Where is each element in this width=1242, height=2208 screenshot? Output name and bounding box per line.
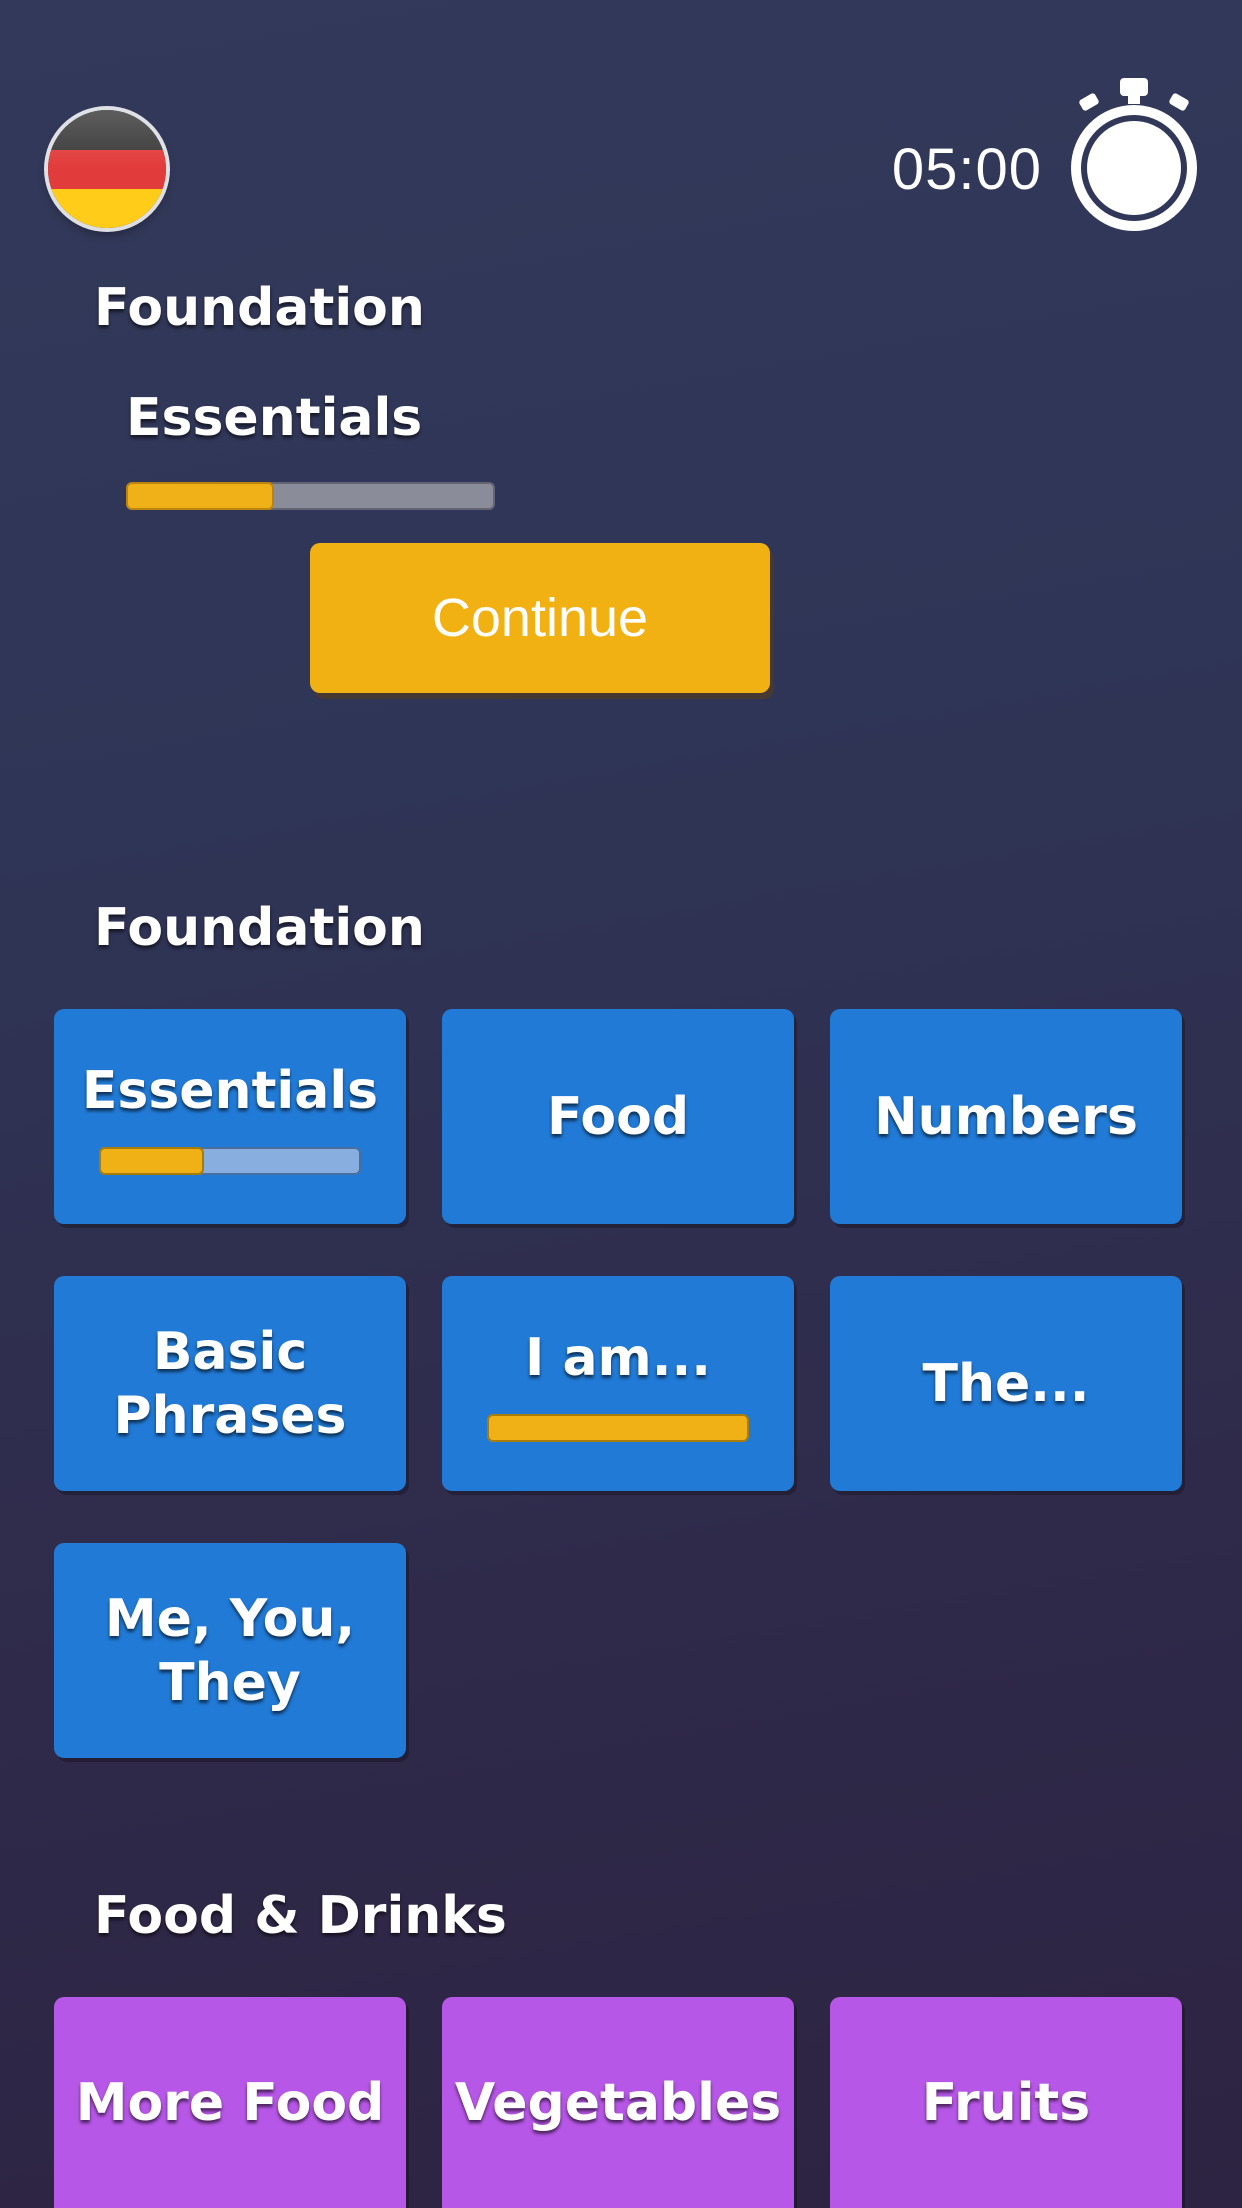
tile-numbers[interactable]: Numbers [830, 1009, 1182, 1224]
tile-label: The... [922, 1353, 1090, 1414]
tile-food[interactable]: Food [442, 1009, 794, 1224]
tile-progress-bar [487, 1413, 749, 1442]
tile-label: Food [546, 1086, 690, 1147]
tile-label: I am... [525, 1327, 711, 1388]
tile-essentials[interactable]: Essentials [54, 1009, 406, 1224]
current-lesson-title: Essentials [126, 388, 423, 448]
tile-the[interactable]: The... [830, 1276, 1182, 1491]
germany-flag-icon[interactable] [48, 110, 166, 228]
current-section-title: Foundation [94, 278, 425, 338]
timer-text: 05:00 [891, 137, 1042, 202]
tile-label: Vegetables [454, 2072, 782, 2133]
tile-fruits[interactable]: Fruits [830, 1997, 1182, 2208]
continue-button[interactable]: Continue [310, 543, 770, 693]
tile-progress-fill [487, 1413, 749, 1442]
tile-label: Essentials [81, 1060, 379, 1121]
tile-i-am[interactable]: I am... [442, 1276, 794, 1491]
current-lesson-progress-fill [126, 482, 274, 510]
tile-label: More Food [75, 2072, 385, 2133]
current-lesson-progress [126, 482, 495, 510]
section-title-foundation: Foundation [94, 898, 425, 958]
tile-label: Me, You, They [104, 1588, 356, 1713]
tile-label: Numbers [874, 1086, 1138, 1147]
tile-basic-phrases[interactable]: Basic Phrases [54, 1276, 406, 1491]
stopwatch-icon[interactable] [1068, 76, 1200, 234]
tile-vegetables[interactable]: Vegetables [442, 1997, 794, 2208]
section-title-food-drinks: Food & Drinks [94, 1886, 507, 1946]
tile-label: Fruits [921, 2072, 1091, 2133]
tile-more-food[interactable]: More Food [54, 1997, 406, 2208]
tile-me-you-they[interactable]: Me, You, They [54, 1543, 406, 1758]
tile-label: Basic Phrases [113, 1321, 347, 1446]
tile-progress-bar [99, 1146, 361, 1175]
tile-progress-fill [99, 1146, 204, 1175]
